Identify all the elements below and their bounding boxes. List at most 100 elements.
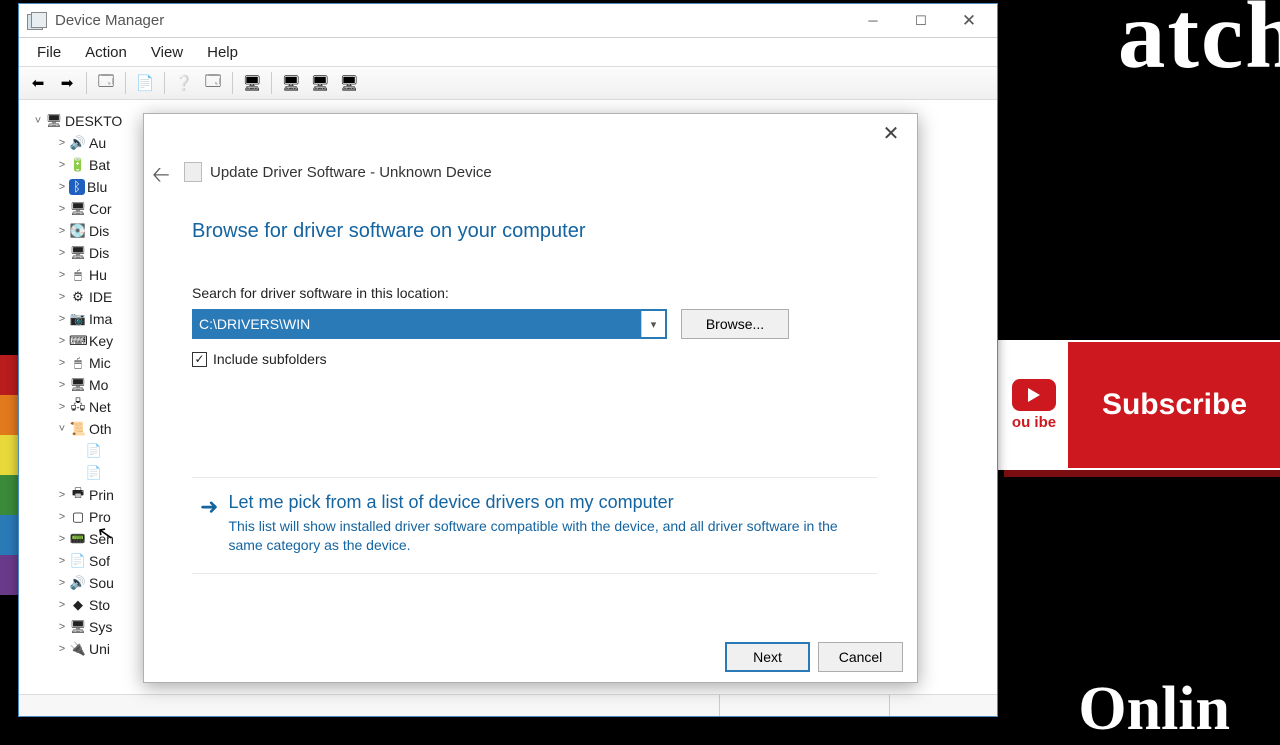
tree-item-label: Mic [89, 355, 111, 371]
dialog-back-icon[interactable]: 🡠 [152, 158, 170, 196]
scan-hardware-icon[interactable]: 🖥 [239, 70, 265, 96]
disable-icon[interactable]: 🖥 [336, 70, 362, 96]
expand-icon[interactable]: > [55, 643, 69, 655]
nav-forward-icon[interactable]: ➡ [54, 70, 80, 96]
expand-icon[interactable]: > [55, 159, 69, 171]
category-icon: 📟 [69, 531, 87, 547]
unknown-device-icon: 📄 [85, 465, 103, 481]
menu-file[interactable]: File [25, 41, 73, 64]
expand-icon[interactable]: > [55, 489, 69, 501]
expand-icon[interactable]: > [55, 269, 69, 281]
device-icon [184, 162, 202, 182]
properties-icon[interactable]: 📄 [132, 70, 158, 96]
expand-icon[interactable]: > [55, 225, 69, 237]
maximize-button[interactable]: ☐ [897, 7, 945, 35]
tree-item-label: Dis [89, 223, 109, 239]
category-icon: ◆ [69, 597, 87, 613]
background-text-top: atch [1118, 0, 1280, 90]
dialog-close-button[interactable]: ✕ [871, 116, 911, 150]
uninstall-icon[interactable]: 🖥 [307, 70, 333, 96]
app-icon [27, 12, 47, 30]
action-icon[interactable]: 🗔 [200, 70, 226, 96]
background-text-bottom: Onlin [1078, 674, 1230, 745]
update-driver-icon[interactable]: 🖥 [278, 70, 304, 96]
expand-icon[interactable]: > [55, 313, 69, 325]
category-icon: 🔋 [69, 157, 87, 173]
category-icon: 🖥 [69, 245, 87, 261]
expand-icon[interactable]: > [55, 555, 69, 567]
path-input[interactable] [194, 311, 641, 337]
nav-back-icon[interactable]: ⬅ [25, 70, 51, 96]
expand-icon[interactable]: > [55, 533, 69, 545]
tree-item-label: Mo [89, 377, 108, 393]
tree-item-label: Pro [89, 509, 111, 525]
expand-icon[interactable]: > [55, 379, 69, 391]
tree-item-label: IDE [89, 289, 112, 305]
help-icon[interactable]: ❔ [171, 70, 197, 96]
expand-icon[interactable]: > [55, 401, 69, 413]
expand-icon[interactable]: > [55, 181, 69, 193]
expand-icon[interactable]: > [55, 511, 69, 523]
category-icon: 📄 [69, 553, 87, 569]
browse-button[interactable]: Browse... [681, 309, 789, 339]
tree-item-label: Prin [89, 487, 114, 503]
category-icon: 🔌 [69, 641, 87, 657]
show-hide-tree-icon[interactable]: 🗔 [93, 70, 119, 96]
checkbox-icon: ✓ [192, 352, 207, 367]
include-subfolders-label: Include subfolders [213, 351, 327, 367]
dropdown-icon[interactable]: ▾ [641, 311, 665, 337]
tree-root-label: DESKTO [65, 113, 122, 129]
category-icon: 🖶 [69, 484, 87, 506]
dialog-title: Update Driver Software - Unknown Device [210, 164, 492, 181]
tree-item-label: Sys [89, 619, 112, 635]
next-button[interactable]: Next [725, 642, 810, 672]
arrow-right-icon: ➜ [200, 494, 218, 555]
subscribe-banner[interactable]: ou ibe Subscribe [998, 340, 1280, 470]
category-icon: ᛒ [69, 179, 85, 195]
expand-icon[interactable]: > [55, 291, 69, 303]
tree-item-label: Key [89, 333, 113, 349]
tree-item-label: Cor [89, 201, 112, 217]
expand-icon[interactable]: > [55, 203, 69, 215]
tree-item-label: Sof [89, 553, 110, 569]
expand-icon[interactable]: > [55, 247, 69, 259]
tree-item-label: Blu [87, 179, 107, 195]
include-subfolders-checkbox[interactable]: ✓ Include subfolders [192, 351, 877, 367]
path-combobox[interactable]: ▾ [192, 309, 667, 339]
toolbar: ⬅ ➡ 🗔 📄 ❔ 🗔 🖥 🖥 🖥 🖥 [19, 66, 997, 100]
category-icon: 💽 [69, 223, 87, 239]
pick-option-description: This list will show installed driver sof… [228, 517, 869, 555]
window-title: Device Manager [55, 12, 164, 29]
close-button[interactable]: ✕ [945, 7, 993, 35]
collapse-icon[interactable]: ˅ [31, 115, 45, 127]
expand-icon[interactable]: > [55, 577, 69, 589]
expand-icon[interactable]: > [55, 621, 69, 633]
menu-action[interactable]: Action [73, 41, 139, 64]
category-icon: 📜 [69, 421, 87, 437]
tree-item-label: Ima [89, 311, 112, 327]
tree-item-label: Oth [89, 421, 112, 437]
menu-view[interactable]: View [139, 41, 195, 64]
titlebar[interactable]: Device Manager ─ ☐ ✕ [19, 4, 997, 38]
expand-icon[interactable]: ˅ [55, 423, 69, 435]
unknown-device-icon: 📄 [85, 443, 103, 459]
category-icon: 🖥 [69, 619, 87, 635]
expand-icon[interactable]: > [55, 357, 69, 369]
minimize-button[interactable]: ─ [849, 7, 897, 35]
pick-from-list-option[interactable]: ➜ Let me pick from a list of device driv… [192, 477, 877, 574]
expand-icon[interactable]: > [55, 137, 69, 149]
category-icon: 🔊 [69, 135, 87, 151]
menubar: File Action View Help [19, 38, 997, 66]
category-icon: 🖱 [69, 355, 87, 371]
tree-item-label: Sto [89, 597, 110, 613]
tree-item-label: Sen [89, 531, 114, 547]
subscribe-label: Subscribe [1068, 388, 1280, 422]
tree-item-label: Sou [89, 575, 114, 591]
expand-icon[interactable]: > [55, 335, 69, 347]
category-icon: 🖥 [69, 377, 87, 393]
tree-item-label: Net [89, 399, 111, 415]
expand-icon[interactable]: > [55, 599, 69, 611]
dialog-heading: Browse for driver software on your compu… [192, 220, 877, 243]
cancel-button[interactable]: Cancel [818, 642, 903, 672]
menu-help[interactable]: Help [195, 41, 250, 64]
